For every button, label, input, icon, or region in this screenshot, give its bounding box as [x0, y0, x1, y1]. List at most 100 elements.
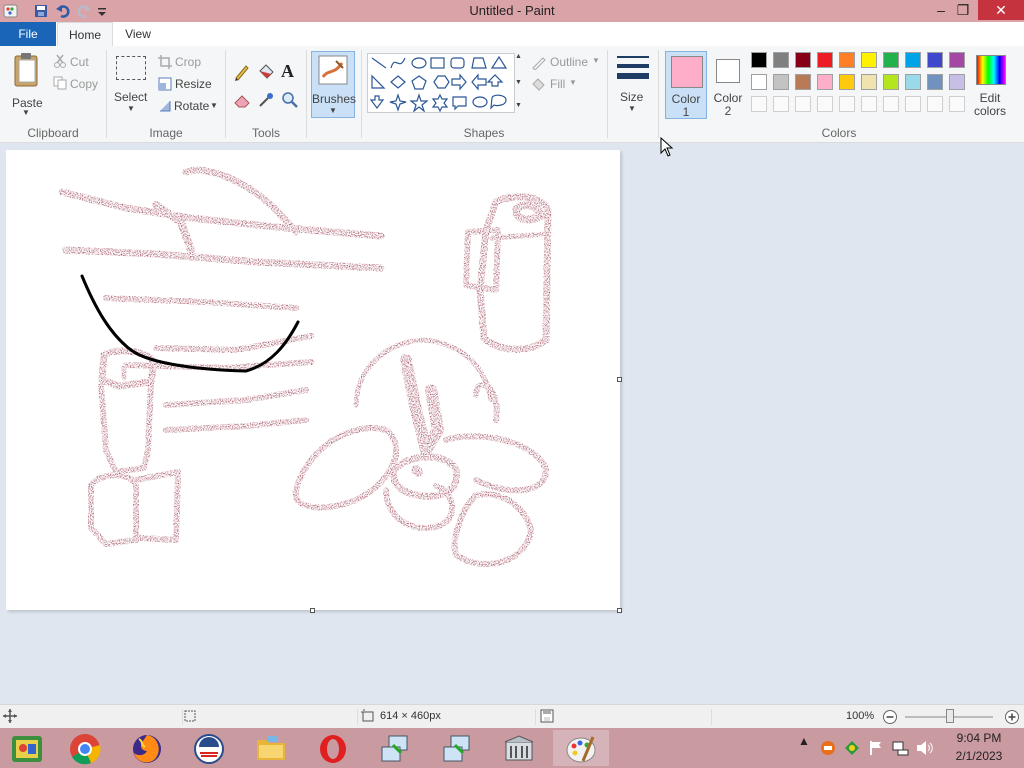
custom-color-slot[interactable] [795, 96, 811, 112]
canvas-resize-handle-right[interactable] [617, 377, 622, 382]
volume-icon[interactable] [916, 740, 934, 759]
scroll-up-icon[interactable]: ▲ [515, 53, 522, 60]
palette-swatch[interactable] [949, 52, 965, 68]
custom-color-slot[interactable] [949, 96, 965, 112]
taskbar-file-explorer-icon[interactable] [243, 730, 299, 766]
four-point-star-shape-icon [389, 93, 407, 112]
tray-orange-icon[interactable] [820, 740, 836, 759]
outline-dropdown-icon: ▼ [592, 56, 600, 65]
palette-swatch[interactable] [905, 52, 921, 68]
zoom-in-icon[interactable] [1004, 709, 1020, 728]
taskbar-paint-active-icon[interactable] [553, 730, 609, 766]
custom-color-slot[interactable] [883, 96, 899, 112]
palette-swatch[interactable] [839, 52, 855, 68]
palette-swatch[interactable] [883, 74, 899, 90]
zoom-out-icon[interactable] [882, 709, 898, 728]
palette-swatch[interactable] [817, 52, 833, 68]
network-icon[interactable] [892, 740, 910, 759]
taskbar-chrome-icon[interactable] [57, 730, 113, 766]
palette-swatch[interactable] [905, 74, 921, 90]
shapes-scrollbar[interactable]: ▲ ▼ ▼ [515, 53, 524, 113]
colors-group-label: Colors [821, 126, 857, 140]
resize-button[interactable]: Resize [175, 77, 212, 91]
text-tool-icon[interactable]: A [281, 61, 294, 82]
paste-button[interactable]: Paste ▼ [8, 52, 44, 117]
tray-green-yellow-icon[interactable] [844, 740, 860, 759]
taskbar-library-app-icon[interactable] [491, 730, 547, 766]
show-hidden-icons-icon[interactable]: ▲ [798, 734, 810, 748]
palette-swatch[interactable] [795, 52, 811, 68]
tab-file[interactable]: File [0, 22, 56, 46]
palette-swatch[interactable] [751, 74, 767, 90]
custom-color-slot[interactable] [927, 96, 943, 112]
outline-button[interactable]: Outline [550, 55, 588, 69]
edit-colors-button[interactable]: Edit colors [971, 51, 1011, 121]
clock-time[interactable]: 9:04 PM [944, 731, 1014, 745]
cut-button[interactable]: Cut [70, 55, 89, 69]
fill-bucket-icon[interactable] [257, 63, 275, 84]
resize-icon [158, 77, 172, 94]
palette-swatch[interactable] [817, 74, 833, 90]
drawing-canvas[interactable] [6, 150, 620, 610]
taskbar-opera-icon[interactable] [305, 730, 361, 766]
divider [535, 709, 536, 725]
palette-swatch[interactable] [949, 74, 965, 90]
palette-swatch[interactable] [861, 74, 877, 90]
custom-color-slot[interactable] [751, 96, 767, 112]
palette-swatch[interactable] [773, 74, 789, 90]
canvas-resize-handle-corner[interactable] [617, 608, 622, 613]
canvas-drawing [58, 166, 552, 567]
selection-size-icon [183, 709, 197, 726]
select-button[interactable]: Select ▼ [112, 54, 152, 118]
pencil-icon[interactable] [233, 63, 251, 84]
canvas-size-icon [361, 709, 375, 726]
palette-swatch[interactable] [839, 74, 855, 90]
color-picker-icon[interactable] [257, 91, 275, 112]
brushes-button[interactable]: Brushes ▼ [311, 51, 356, 118]
crop-button[interactable]: Crop [175, 55, 201, 69]
palette-swatch[interactable] [927, 52, 943, 68]
tab-view[interactable]: View [117, 22, 159, 46]
divider [711, 709, 712, 725]
palette-swatch[interactable] [883, 52, 899, 68]
fill-button[interactable]: Fill [550, 77, 565, 91]
palette-swatch[interactable] [751, 52, 767, 68]
title-bar: Untitled - Paint – ❐ ✕ [0, 0, 1024, 22]
expand-gallery-icon[interactable]: ▼ [515, 102, 522, 109]
custom-color-slot[interactable] [905, 96, 921, 112]
taskbar-firefox-icon[interactable] [119, 730, 175, 766]
taskbar-network-app-1-icon[interactable] [367, 730, 423, 766]
palette-swatch[interactable] [927, 74, 943, 90]
color-1-button[interactable]: Color 1 [665, 51, 707, 119]
custom-color-slot[interactable] [773, 96, 789, 112]
color-2-number: 2 [724, 104, 732, 118]
eraser-icon[interactable] [233, 91, 251, 112]
palette-swatch[interactable] [773, 52, 789, 68]
maximize-button[interactable]: ❐ [946, 0, 980, 20]
color-1-number: 1 [682, 105, 690, 119]
copy-button[interactable]: Copy [70, 77, 98, 91]
custom-color-slot[interactable] [861, 96, 877, 112]
taskbar-obama-app-icon[interactable] [181, 730, 237, 766]
zoom-level: 100% [846, 710, 875, 722]
scroll-down-icon[interactable]: ▼ [515, 79, 522, 86]
outline-icon [531, 56, 547, 73]
size-button[interactable]: Size ▼ [613, 52, 651, 118]
palette-swatch[interactable] [795, 74, 811, 90]
custom-color-slot[interactable] [839, 96, 855, 112]
clock-date[interactable]: 2/1/2023 [944, 749, 1014, 763]
custom-color-slot[interactable] [817, 96, 833, 112]
magnifier-icon[interactable] [281, 91, 299, 112]
zoom-slider-thumb[interactable] [946, 709, 954, 723]
taskbar-network-app-2-icon[interactable] [429, 730, 485, 766]
taskbar-paint-app-icon[interactable] [0, 730, 56, 766]
crop-icon [158, 55, 172, 72]
clipboard-group-label: Clipboard [27, 126, 79, 140]
action-center-flag-icon[interactable] [868, 740, 884, 759]
color-2-button[interactable]: Color 2 [709, 51, 747, 119]
rotate-button[interactable]: Rotate [174, 99, 209, 113]
close-button[interactable]: ✕ [978, 0, 1024, 20]
canvas-resize-handle-bottom[interactable] [310, 608, 315, 613]
tab-home[interactable]: Home [57, 22, 113, 47]
palette-swatch[interactable] [861, 52, 877, 68]
